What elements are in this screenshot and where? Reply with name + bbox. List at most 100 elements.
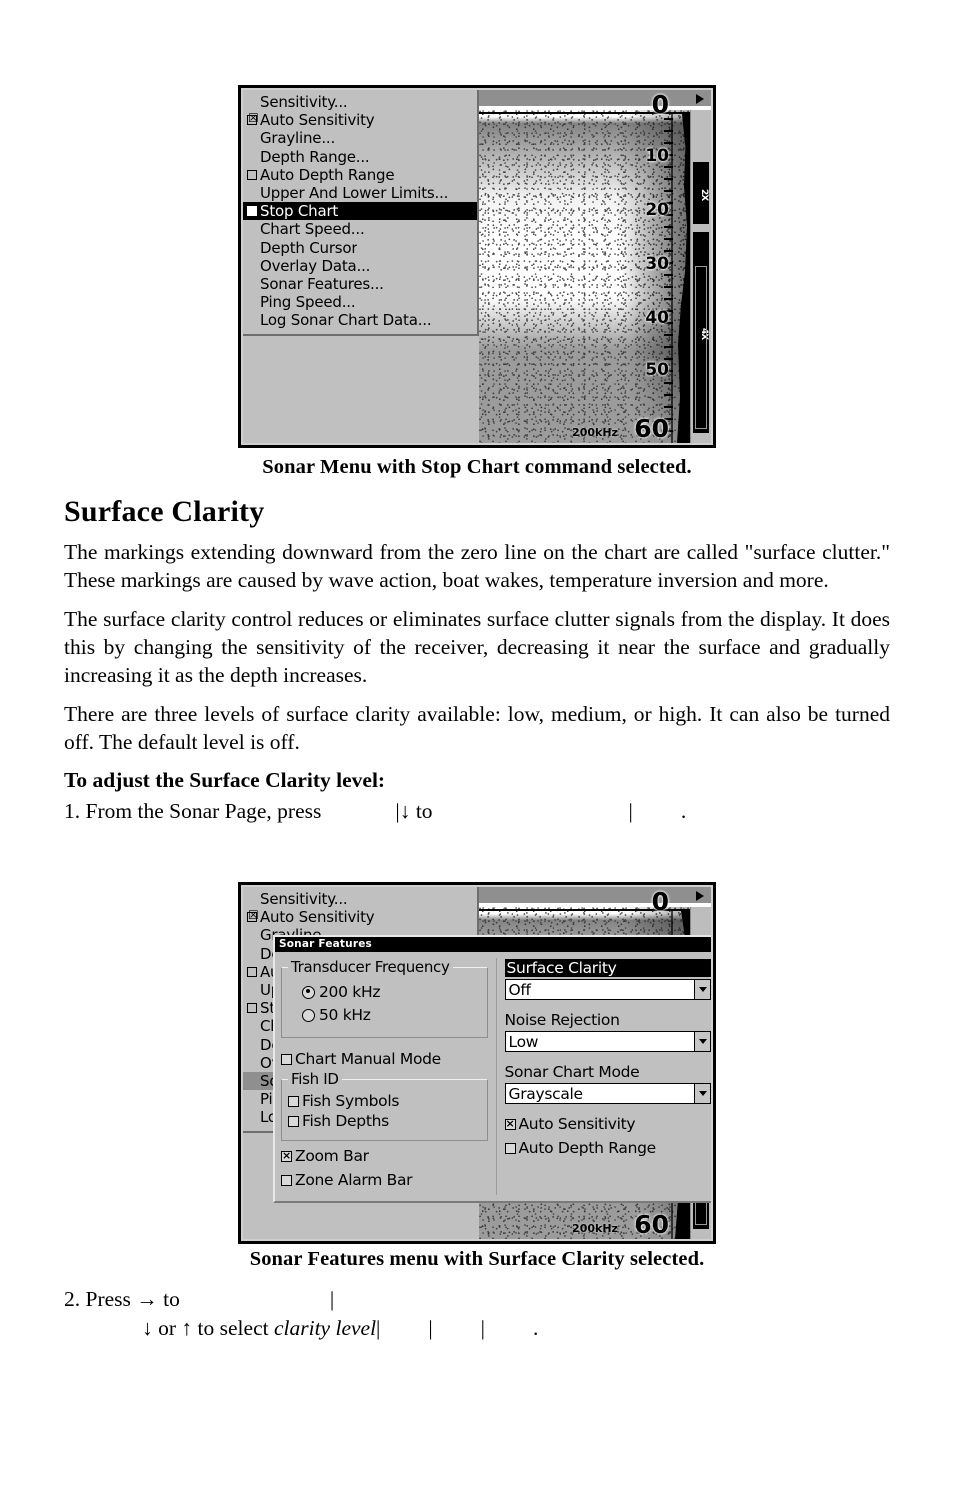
sonar-menu-bg-item-0[interactable]: Sensitivity...	[243, 890, 477, 908]
checkbox-icon-checked	[281, 1150, 292, 1162]
depth-label-30: 30	[645, 254, 669, 274]
sonar-menu-bg-item-1[interactable]: Auto Sensitivity	[243, 908, 477, 926]
instruction-step-3: ↓ or ↑ to select clarity level| | |.	[64, 1316, 890, 1341]
chevron-down-icon[interactable]	[694, 1032, 710, 1051]
depth-label-60: 60	[634, 414, 669, 443]
sonar-menu-item-1[interactable]: Auto Sensitivity	[243, 111, 477, 129]
frequency-label: 200kHz	[572, 426, 618, 439]
sonar-menu-item-10[interactable]: Sonar Features...	[243, 275, 477, 293]
sonar-menu-item-0[interactable]: Sensitivity...	[243, 93, 477, 111]
checkbox-zone-alarm-bar[interactable]: Zone Alarm Bar	[281, 1171, 488, 1189]
sonar-chart-mode-dropdown[interactable]: Grayscale	[504, 1083, 711, 1104]
step-1-arrow: ↓	[399, 799, 411, 824]
checkbox-icon-selected	[247, 206, 257, 217]
radio-200khz[interactable]: 200 kHz	[302, 983, 481, 1001]
article-body-lower: Sonar Features menu with Surface Clarity…	[64, 1248, 890, 1345]
zoom-bar-label: Zoom Bar	[295, 1147, 369, 1165]
menu-item-label: Log Sonar Chart Data...	[260, 311, 432, 330]
checkbox-auto-sensitivity[interactable]: Auto Sensitivity	[504, 1115, 712, 1133]
step-1-pipe-2: |	[628, 799, 633, 824]
sonar-menu-item-9[interactable]: Overlay Data...	[243, 257, 477, 275]
menu-item-label: Auto Sensitivity	[260, 908, 375, 927]
sonar-menu[interactable]: Sensitivity...Auto SensitivityGrayline..…	[243, 90, 479, 336]
step-3-pipe-1: |	[376, 1316, 381, 1340]
radio-dot-icon	[302, 1008, 315, 1022]
checkbox-auto-depth-range[interactable]: Auto Depth Range	[504, 1139, 712, 1157]
zoom-bar-4x[interactable]: 4X	[693, 232, 709, 433]
menu-item-label: Sensitivity...	[260, 93, 348, 112]
sonar-chart-mode-label: Sonar Chart Mode	[504, 1063, 640, 1081]
paragraph-3: There are three levels of surface clarit…	[64, 702, 890, 754]
chart-manual-mode-label: Chart Manual Mode	[295, 1050, 441, 1068]
fish-id-group: Fish ID Fish Symbols Fish Depths	[281, 1070, 488, 1141]
depth-label-40: 40	[645, 308, 669, 328]
checkbox-icon-checked	[247, 115, 257, 126]
step-2-mid: to	[163, 1287, 180, 1311]
auto-depth-range-label: Auto Depth Range	[518, 1139, 657, 1157]
dialog-title: Sonar Features	[275, 937, 711, 952]
checkbox-zoom-bar[interactable]: Zoom Bar	[281, 1147, 488, 1165]
sonar-menu-item-5[interactable]: Upper And Lower Limits...	[243, 184, 477, 202]
noise-rejection-value: Low	[508, 1032, 539, 1051]
step-3-italic: clarity level	[273, 1316, 377, 1340]
zoom-bar[interactable]: 2X 4X	[690, 110, 711, 443]
right-triangle-icon[interactable]	[696, 891, 704, 901]
menu-item-label: Ping Speed...	[260, 293, 356, 312]
auto-sensitivity-label: Auto Sensitivity	[518, 1115, 636, 1133]
checkbox-icon	[504, 1142, 516, 1154]
dialog-right-column: Surface Clarity Off Noise Rejection Low …	[495, 958, 712, 1195]
step-3-pipe-3: |	[480, 1316, 485, 1340]
transducer-frequency-group: Transducer Frequency 200 kHz 50 kHz	[281, 958, 488, 1038]
zone-alarm-bar-label: Zone Alarm Bar	[295, 1171, 413, 1189]
menu-item-label: Upper And Lower Limits...	[260, 184, 449, 203]
sonar-menu-item-7[interactable]: Chart Speed...	[243, 220, 477, 238]
sonar-features-dialog: Sonar Features Transducer Frequency 200 …	[273, 935, 711, 1203]
menu-item-label: Grayline...	[260, 129, 336, 148]
step-3-arrow-down: ↓	[142, 1316, 153, 1340]
sonar-menu-item-2[interactable]: Grayline...	[243, 129, 477, 147]
instruction-step-2: 2. Press → to |	[64, 1287, 890, 1312]
menu-item-label: Depth Cursor	[260, 238, 358, 257]
menu-item-label: Auto Sensitivity	[260, 111, 375, 130]
menu-item-label: Stop Chart	[260, 202, 339, 221]
paragraph-1: The markings extending downward from the…	[64, 540, 890, 592]
radio-50khz-label: 50 kHz	[319, 1006, 371, 1024]
step-3-pipe-2: |	[428, 1316, 433, 1340]
depth-label-0-fig2: 0	[651, 887, 669, 916]
surface-clarity-label: Surface Clarity	[504, 959, 711, 977]
sonar-menu-item-11[interactable]: Ping Speed...	[243, 293, 477, 311]
surface-clarity-dropdown[interactable]: Off	[504, 979, 711, 1000]
chevron-down-icon[interactable]	[694, 980, 710, 999]
checkbox-chart-manual-mode[interactable]: Chart Manual Mode	[281, 1050, 488, 1068]
step-1-end: .	[680, 799, 687, 824]
sonar-menu-item-12[interactable]: Log Sonar Chart Data...	[243, 311, 477, 329]
sonar-menu-item-6[interactable]: Stop Chart	[243, 202, 477, 221]
radio-50khz[interactable]: 50 kHz	[302, 1006, 481, 1024]
depth-label-10: 10	[645, 146, 669, 166]
step-1-prefix: 1. From the Sonar Page, press	[64, 799, 322, 824]
radio-dot-icon-selected	[302, 985, 315, 999]
noise-rejection-label: Noise Rejection	[504, 1011, 620, 1029]
checkbox-icon-checked	[247, 912, 257, 923]
menu-item-label: Sensitivity...	[260, 890, 348, 909]
zero-depth-line	[479, 112, 711, 114]
checkbox-icon	[247, 1003, 257, 1014]
step-3-end: .	[532, 1316, 539, 1340]
sonar-menu-item-8[interactable]: Depth Cursor	[243, 239, 477, 257]
menu-item-label: Overlay Data...	[260, 256, 371, 275]
noise-rejection-dropdown[interactable]: Low	[504, 1031, 711, 1052]
zoom-bar-2x[interactable]: 2X	[693, 162, 709, 224]
chevron-down-icon[interactable]	[694, 1084, 710, 1103]
depth-label-60-fig2: 60	[634, 1210, 669, 1239]
frequency-label-2: 200kHz	[572, 1222, 618, 1235]
sonar-menu-item-4[interactable]: Auto Depth Range	[243, 166, 477, 184]
checkbox-icon	[247, 966, 257, 977]
checkbox-fish-symbols[interactable]: Fish Symbols	[288, 1092, 481, 1110]
menu-item-label: Chart Speed...	[260, 220, 365, 239]
checkbox-fish-depths[interactable]: Fish Depths	[288, 1112, 481, 1130]
sonar-menu-item-3[interactable]: Depth Range...	[243, 148, 477, 166]
dialog-body: Transducer Frequency 200 kHz 50 kHz Char…	[275, 952, 711, 1199]
step-3-mid: to select	[197, 1316, 269, 1340]
sonar-top-bar-2	[479, 887, 711, 905]
sonar-chart-mode-value: Grayscale	[508, 1084, 584, 1103]
